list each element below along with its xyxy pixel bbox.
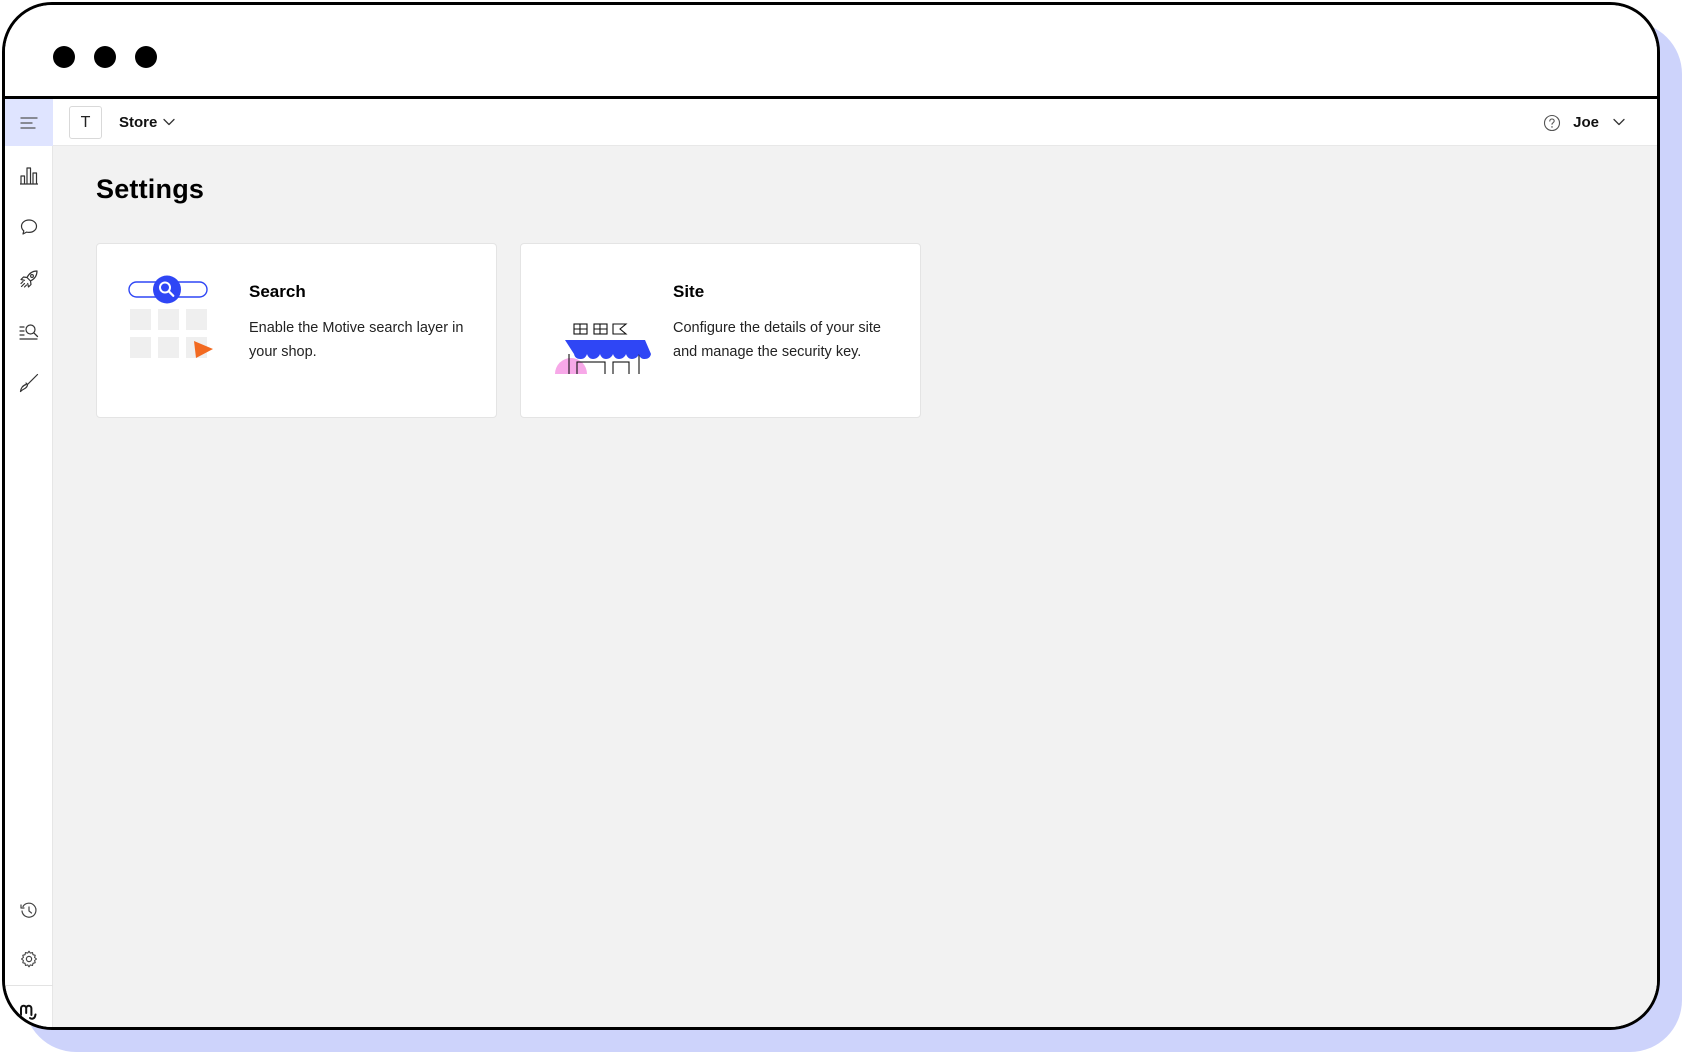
- search-illustration: [128, 275, 213, 358]
- card-title: Search: [249, 282, 306, 301]
- sidebar-item-history[interactable]: [5, 891, 53, 931]
- card-description: Enable the Motive search layer in your s…: [249, 320, 464, 360]
- menu-icon: [20, 116, 38, 129]
- sidebar-divider: [5, 985, 53, 986]
- rocket-icon: [20, 270, 38, 288]
- sidebar-item-settings[interactable]: [5, 939, 53, 979]
- user-name: Joe: [1573, 113, 1599, 131]
- sidebar-item-search-insights[interactable]: [5, 311, 53, 351]
- store-avatar[interactable]: T: [69, 106, 102, 139]
- gear-icon: [20, 950, 38, 968]
- main-content: Settings Search Enable the Motive search…: [53, 146, 1657, 1027]
- chevron-down-icon: [1613, 118, 1625, 126]
- title-bar: [5, 5, 1657, 99]
- minimize-dot[interactable]: [94, 46, 116, 68]
- motive-logo-icon: [20, 1004, 37, 1020]
- close-dot[interactable]: [53, 46, 75, 68]
- sidebar-item-design[interactable]: [5, 363, 53, 403]
- card-description: Configure the details of your site and m…: [673, 320, 881, 360]
- sidebar-item-launch[interactable]: [5, 259, 53, 299]
- maximize-dot[interactable]: [135, 46, 157, 68]
- app-shell: T Store Joe Settings Search Enable the M…: [5, 99, 1657, 1027]
- settings-card-site[interactable]: Site Configure the details of your site …: [520, 243, 921, 418]
- brush-icon: [19, 373, 39, 393]
- sidebar-item-messages[interactable]: [5, 207, 53, 247]
- history-icon: [20, 902, 37, 918]
- store-selector-label: Store: [119, 113, 158, 131]
- browser-window: T Store Joe Settings Search Enable the M…: [2, 2, 1660, 1030]
- settings-card-search[interactable]: Search Enable the Motive search layer in…: [96, 243, 497, 418]
- menu-button[interactable]: [5, 99, 53, 146]
- sidebar-item-analytics[interactable]: [5, 155, 53, 195]
- motive-logo[interactable]: [5, 991, 53, 1027]
- bar-chart-icon: [20, 167, 38, 185]
- storefront-illustration: [555, 323, 651, 374]
- card-title: Site: [673, 282, 705, 301]
- top-bar: T Store Joe: [53, 99, 1657, 146]
- sidebar: [5, 99, 53, 1027]
- chevron-down-icon: [163, 118, 175, 126]
- user-menu[interactable]: Joe: [1573, 110, 1625, 134]
- page-title: Settings: [96, 174, 205, 204]
- chat-bubble-icon: [20, 219, 38, 235]
- list-search-icon: [19, 324, 39, 340]
- help-circle-icon[interactable]: [1543, 114, 1561, 132]
- store-selector[interactable]: Store: [119, 110, 175, 134]
